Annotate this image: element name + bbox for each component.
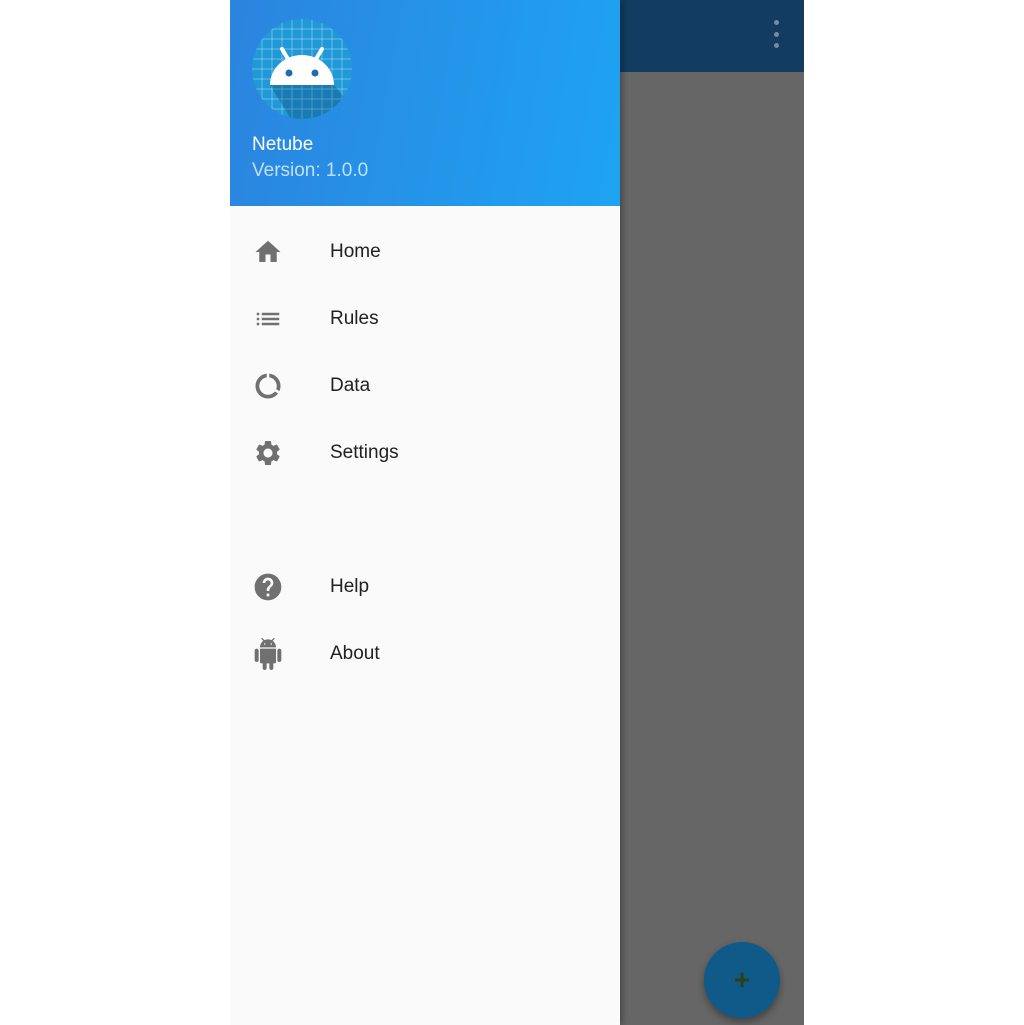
menu-item-settings[interactable]: Settings	[230, 425, 620, 481]
android-logo-icon	[252, 19, 352, 119]
menu-item-home[interactable]: Home	[230, 224, 620, 280]
drawer-header: Netube Version: 1.0.0	[230, 0, 620, 206]
menu-label: Settings	[330, 442, 399, 463]
data-usage-icon	[252, 370, 284, 402]
plus-icon: +	[733, 964, 751, 995]
app-version: Version: 1.0.0	[252, 160, 369, 181]
android-icon	[252, 638, 284, 670]
home-icon	[252, 236, 284, 268]
add-fab-button[interactable]: +	[704, 942, 780, 1018]
menu-label: Home	[330, 241, 381, 262]
menu-item-about[interactable]: About	[230, 626, 620, 682]
menu-item-help[interactable]: Help	[230, 559, 620, 615]
menu-label: About	[330, 643, 380, 664]
menu-label: Rules	[330, 308, 379, 329]
list-icon	[252, 303, 284, 335]
menu-item-data[interactable]: Data	[230, 358, 620, 414]
help-icon	[252, 571, 284, 603]
menu-item-rules[interactable]: Rules	[230, 291, 620, 347]
menu-label: Data	[330, 375, 371, 396]
screen: + Netube Version: 1.0.0 Home Rules Data …	[230, 0, 804, 1025]
menu-label: Help	[330, 576, 370, 597]
app-name: Netube	[252, 134, 314, 155]
gear-icon	[252, 437, 284, 469]
more-vert-icon[interactable]	[768, 20, 784, 48]
navigation-drawer: Netube Version: 1.0.0 Home Rules Data Se…	[230, 0, 620, 1025]
